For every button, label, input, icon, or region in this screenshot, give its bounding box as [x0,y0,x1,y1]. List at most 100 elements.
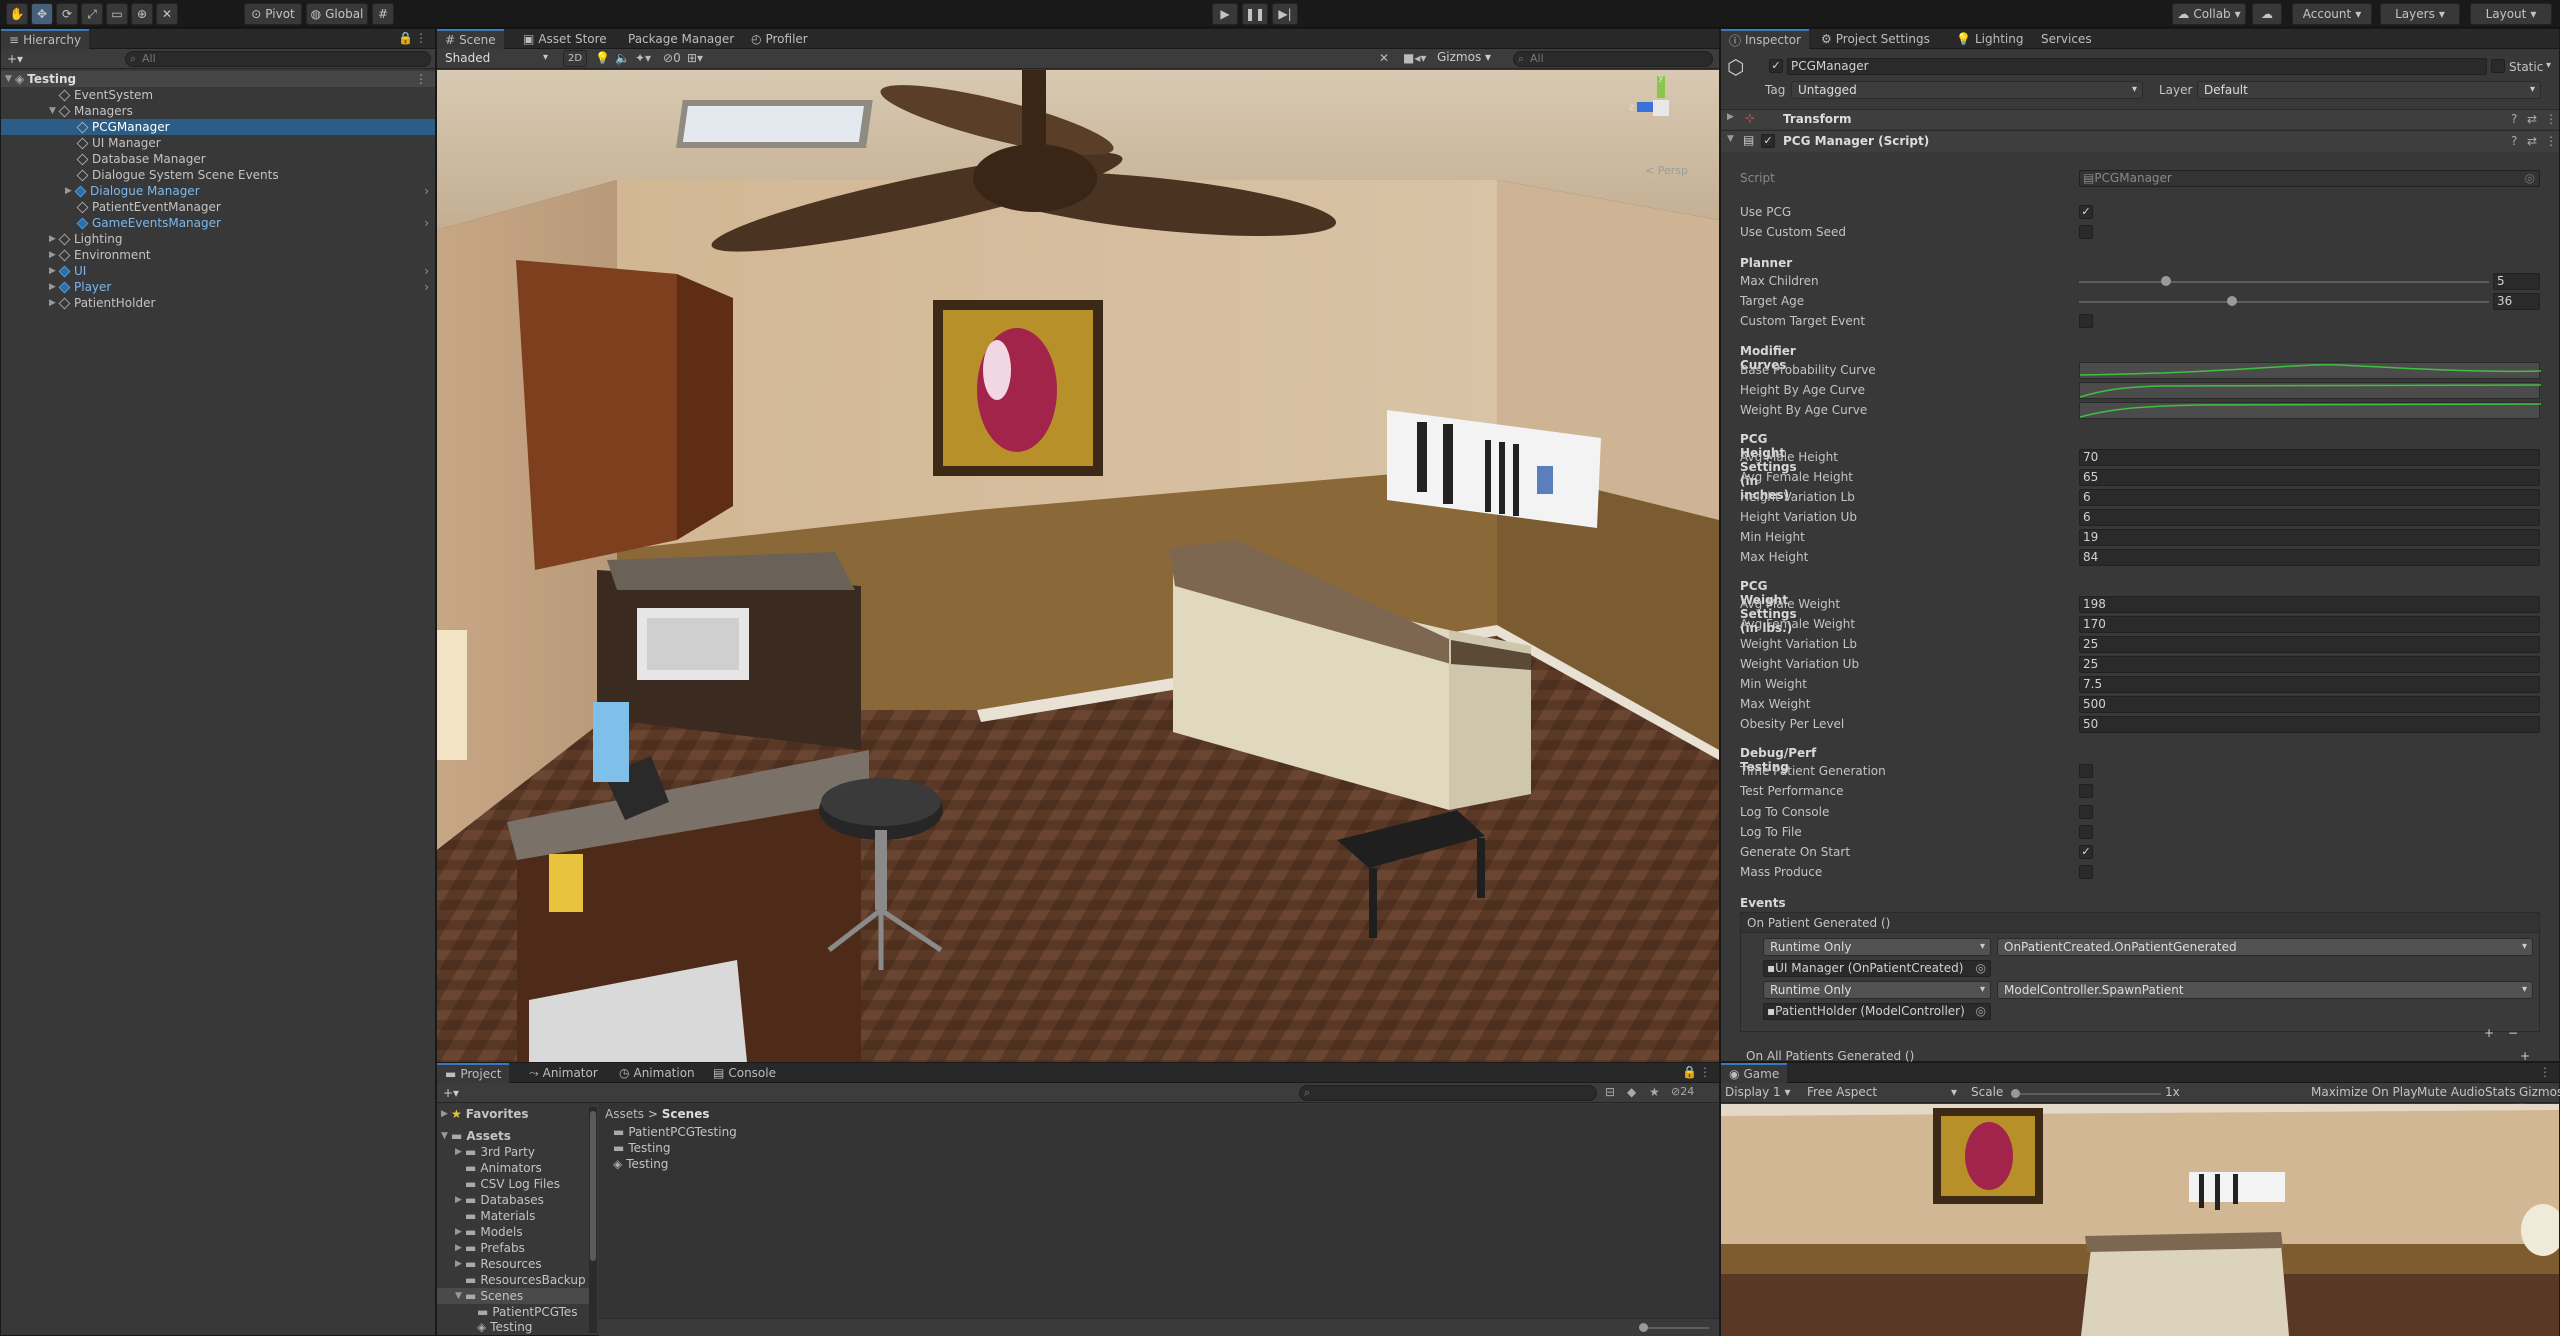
gizmo-center[interactable] [1653,100,1669,116]
presets-icon[interactable]: ⇄ [2527,112,2537,126]
add-listener-plus-icon[interactable]: + [2484,1026,2494,1040]
file-item[interactable]: ▬ Testing [599,1140,1719,1156]
expand-right-icon[interactable]: ▶ [455,1227,465,1237]
hierarchy-item-database-manager[interactable]: Database Manager [1,151,435,167]
chevron-right-icon[interactable]: › [424,264,429,278]
avg-female-weight-input[interactable]: 170 [2079,616,2540,633]
hierarchy-item-patient-event-manager[interactable]: PatientEventManager [1,199,435,215]
tab-profiler[interactable]: ◴ Profiler [743,29,816,49]
use-custom-seed-checkbox[interactable] [2079,225,2093,239]
move-tool-icon[interactable]: ✥ [31,3,53,25]
tab-asset-store[interactable]: ▣ Asset Store [515,29,615,49]
hierarchy-item-game-events-manager[interactable]: GameEventsManager › [1,215,435,231]
tab-services[interactable]: Services [2033,29,2100,49]
weight-variation-ub-input[interactable]: 25 [2079,656,2540,673]
expand-down-icon[interactable]: ▼ [441,1131,451,1141]
folder-item-scenes[interactable]: ▼ ▬ Scenes [437,1288,593,1304]
folder-item[interactable]: ▶ ▬ Resources [437,1256,593,1272]
2d-toggle[interactable]: 2D [563,50,587,67]
rotate-tool-icon[interactable]: ⟳ [56,3,78,25]
breadcrumb-scenes[interactable]: Scenes [662,1107,710,1121]
weight-variation-lb-input[interactable]: 25 [2079,636,2540,653]
hierarchy-item-dialogue-manager[interactable]: ▶ Dialogue Manager › [1,183,435,199]
expand-right-icon[interactable]: ▶ [455,1147,465,1157]
stats-toggle[interactable]: Stats [2485,1085,2516,1099]
scale-tool-icon[interactable]: ⤢ [81,3,103,25]
component-enabled-checkbox[interactable]: ✓ [1761,134,1775,148]
time-patient-generation-checkbox[interactable] [2079,764,2093,778]
audio-toggle-icon[interactable]: 🔈 [615,51,630,65]
target-age-slider[interactable] [2079,296,2489,306]
avg-male-weight-input[interactable]: 198 [2079,596,2540,613]
create-plus-icon[interactable]: +▾ [7,52,23,66]
height-variation-lb-input[interactable]: 6 [2079,489,2540,506]
file-item[interactable]: ◈ Testing [599,1156,1719,1172]
tab-project-settings[interactable]: ⚙ Project Settings [1813,29,1938,49]
favorites-row[interactable]: ▶ ★ Favorites [437,1106,593,1122]
folder-item[interactable]: ▶ ▬ Prefabs [437,1240,593,1256]
presets-icon[interactable]: ⇄ [2527,134,2537,148]
runtime-mode-dropdown[interactable]: Runtime Only [1763,981,1991,999]
folder-item[interactable]: ▬ PatientPCGTes [437,1304,593,1320]
effects-toggle-icon[interactable]: ✦▾ [635,51,651,65]
tab-inspector[interactable]: ⓘ Inspector [1721,29,1809,49]
assets-row[interactable]: ▼ ▬ Assets [437,1128,593,1144]
expand-right-icon[interactable]: ▶ [441,1109,451,1119]
avg-female-height-input[interactable]: 65 [2079,469,2540,486]
custom-tool-icon[interactable]: ✕ [156,3,178,25]
scene-row[interactable]: ▼ ◈ Testing ⋮ [1,71,435,87]
folder-item[interactable]: ◈ Testing [437,1320,593,1334]
lighting-toggle-icon[interactable]: 💡 [595,51,610,65]
slider-thumb[interactable] [2161,276,2171,286]
cloud-button[interactable]: ☁ [2252,3,2282,25]
kebab-menu-icon[interactable]: ⋮ [2545,134,2557,148]
step-button[interactable]: ▶| [1272,3,1298,25]
hidden-objects-icon[interactable]: ⊘0 [663,51,681,65]
min-weight-input[interactable]: 7.5 [2079,676,2540,693]
tag-dropdown[interactable]: Untagged [1791,81,2143,99]
tab-package-manager[interactable]: Package Manager [620,29,742,49]
hierarchy-search-input[interactable]: ⌕ All [125,51,431,67]
folder-item[interactable]: ▬ Materials [437,1208,593,1224]
grid-snap-icon[interactable]: # [372,3,394,25]
target-age-input[interactable]: 36 [2493,293,2540,310]
chevron-down-icon[interactable]: ▾ [2546,60,2551,71]
folder-item[interactable]: ▶ ▬ 3rd Party [437,1144,593,1160]
pause-button[interactable]: ❚❚ [1242,3,1268,25]
function-dropdown[interactable]: OnPatientCreated.OnPatientGenerated [1997,938,2533,956]
height-by-age-curve-field[interactable] [2079,382,2542,399]
tab-project[interactable]: ▬ Project [437,1063,510,1083]
hierarchy-item-eventsystem[interactable]: EventSystem [1,87,435,103]
project-search-input[interactable]: ⌕ [1299,1085,1597,1101]
global-toggle[interactable]: ◍ Global [306,3,368,25]
hierarchy-item-managers[interactable]: ▼ Managers [1,103,435,119]
expand-right-icon[interactable]: ▶ [455,1195,465,1205]
tab-hierarchy[interactable]: ≡ Hierarchy [1,29,90,49]
max-children-input[interactable]: 5 [2493,273,2540,290]
slider-thumb[interactable] [2011,1089,2020,1098]
game-viewport[interactable] [1721,1104,2559,1336]
add-listener-plus-icon[interactable]: + [2520,1050,2530,1062]
generate-on-start-checkbox[interactable]: ✓ [2079,845,2093,859]
lock-icon[interactable]: 🔒 [1682,1065,1697,1079]
expand-right-icon[interactable]: ▶ [455,1243,465,1253]
gizmos-dropdown[interactable]: Gizmos ▾ [1437,50,1491,64]
scale-slider[interactable] [2011,1089,2161,1098]
expand-down-icon[interactable]: ▼ [455,1291,465,1301]
runtime-mode-dropdown[interactable]: Runtime Only [1763,938,1991,956]
kebab-menu-icon[interactable]: ⋮ [2539,1065,2551,1079]
z-axis-arrow[interactable] [1637,102,1653,112]
tab-game[interactable]: ◉ Game [1721,1063,1788,1083]
folder-item[interactable]: ▬ Animators [437,1160,593,1176]
layer-dropdown[interactable]: Default [2197,81,2541,99]
kebab-menu-icon[interactable]: ⋮ [415,31,427,45]
filter-type-icon[interactable]: ⊟ [1605,1085,1615,1099]
scrollbar-thumb[interactable] [590,1111,596,1261]
scene-search-input[interactable]: ⌕ All [1513,51,1713,67]
pcg-component-header[interactable]: ▼ ▤ ✓ PCG Manager (Script) ? ⇄ ⋮ [1721,130,2559,152]
layout-dropdown[interactable]: Layout ▾ [2470,3,2552,25]
shading-mode-dropdown[interactable]: Shaded [439,50,553,68]
pivot-toggle[interactable]: ⊙ Pivot [244,3,302,25]
avg-male-height-input[interactable]: 70 [2079,449,2540,466]
help-icon[interactable]: ? [2511,112,2517,126]
